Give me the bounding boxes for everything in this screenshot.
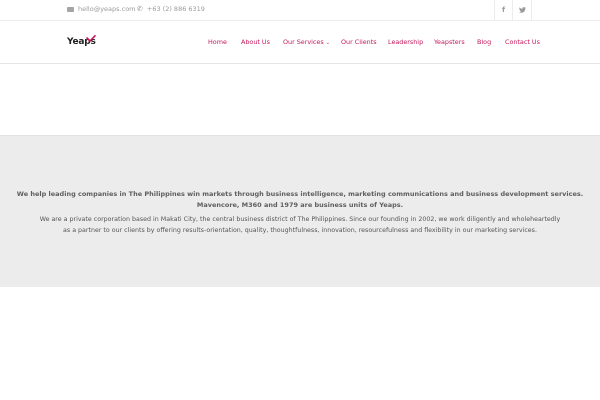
intro-body: We are a private corporation based in Ma… <box>0 214 600 236</box>
nav-blog[interactable]: Blog <box>477 38 491 46</box>
lead-line-2: Mavencore, M360 and 1979 are business un… <box>196 201 404 209</box>
envelope-icon <box>67 6 74 12</box>
facebook-link[interactable]: f <box>494 0 512 20</box>
body-line-2: as a partner to our clients by offering … <box>63 227 537 234</box>
intro-lead: We help leading companies in The Philipp… <box>0 189 600 211</box>
nav-label: Home <box>208 38 227 46</box>
nav-label: Yeapsters <box>434 38 465 46</box>
email-contact[interactable]: hello@yeaps.com <box>67 5 136 13</box>
top-bar: hello@yeaps.com ✆ +63 (2) 886 6319 f <box>0 0 600 21</box>
nav-label: Our Clients <box>341 38 377 46</box>
intro-section: We help leading companies in The Philipp… <box>0 135 600 287</box>
nav-about-us[interactable]: About Us <box>241 38 270 46</box>
facebook-icon: f <box>501 6 506 14</box>
chevron-down-icon: ⌄ <box>325 40 330 46</box>
nav-our-services[interactable]: Our Services ⌄ <box>283 38 330 46</box>
nav-yeapsters[interactable]: Yeapsters <box>434 38 465 46</box>
nav-contact-us[interactable]: Contact Us <box>505 38 540 46</box>
lead-line-1: We help leading companies in The Philipp… <box>16 190 584 198</box>
phone-text[interactable]: +63 (2) 886 6319 <box>147 5 205 13</box>
nav-leadership[interactable]: Leadership <box>388 38 423 46</box>
main-header: Yeaps Home About Us Our Services ⌄ Our Cl… <box>0 21 600 64</box>
nav-home[interactable]: Home <box>208 38 227 46</box>
nav-label: Contact Us <box>505 38 540 46</box>
nav-label: Blog <box>477 38 492 46</box>
phone-icon: ✆ <box>137 4 143 13</box>
nav-label: About Us <box>241 38 270 46</box>
phone-contact[interactable]: ✆ +63 (2) 886 6319 <box>137 5 205 13</box>
email-text[interactable]: hello@yeaps.com <box>78 5 136 13</box>
twitter-icon <box>518 7 526 13</box>
logo-check-icon <box>86 35 96 43</box>
nav-our-clients[interactable]: Our Clients <box>341 38 377 46</box>
body-line-1: We are a private corporation based in Ma… <box>39 216 561 223</box>
nav-label: Leadership <box>388 38 424 46</box>
nav-label: Our Services <box>283 38 324 46</box>
twitter-link[interactable] <box>512 0 532 20</box>
